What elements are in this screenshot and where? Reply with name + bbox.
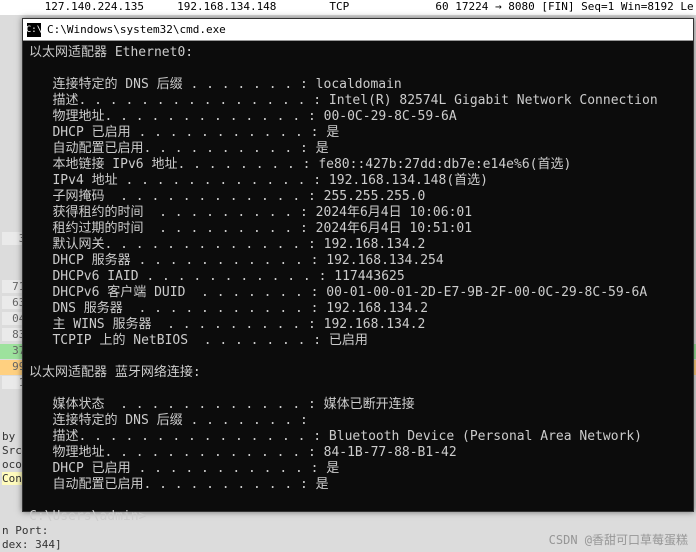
bg-bottom-line: Con — [2, 472, 24, 485]
window-title: C:\Windows\system32\cmd.exe — [47, 23, 226, 36]
bg-bottom-line: dex: 344] — [2, 538, 62, 551]
bg-bottom-line: by — [2, 430, 15, 443]
bg-bottom-line: Src — [2, 444, 22, 457]
cmd-window: C:\ C:\Windows\system32\cmd.exe 以太网适配器 E… — [22, 18, 694, 512]
titlebar[interactable]: C:\ C:\Windows\system32\cmd.exe — [23, 19, 693, 41]
bg-bottom-line: oco — [2, 458, 22, 471]
bg-packet-row: 127.140.224.135 192.168.134.148 TCP 60 1… — [0, 0, 696, 15]
watermark: CSDN @香甜可口草莓蛋糕 — [549, 531, 688, 548]
cmd-icon: C:\ — [27, 23, 41, 37]
console-output[interactable]: 以太网适配器 Ethernet0: 连接特定的 DNS 后缀 . . . . .… — [23, 41, 693, 529]
